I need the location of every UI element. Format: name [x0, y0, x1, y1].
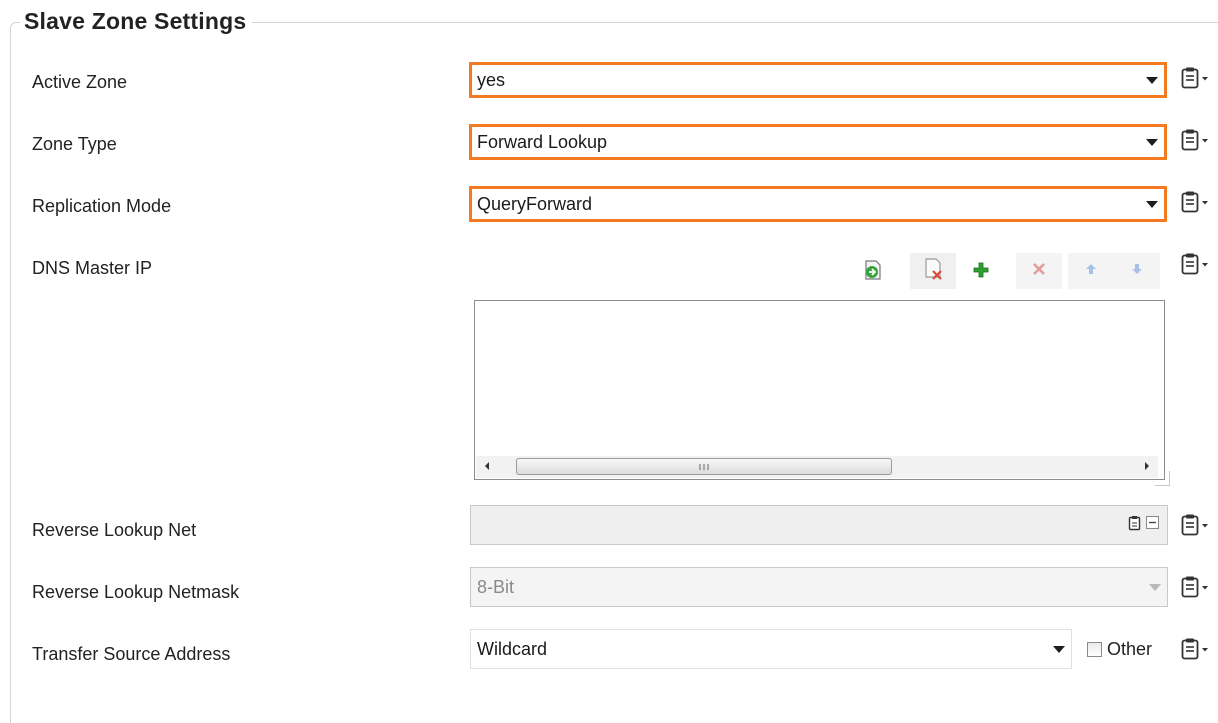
dropdown-arrow-icon: [1149, 583, 1161, 591]
zone-type-select[interactable]: Forward Lookup: [469, 124, 1167, 160]
dns-master-ip-label: DNS Master IP: [32, 258, 153, 278]
scroll-right-icon: [1143, 458, 1151, 476]
reverse-lookup-net-label: Reverse Lookup Net: [32, 520, 197, 540]
clipboard-menu-icon: [1180, 637, 1210, 661]
transfer-source-address-label: Transfer Source Address: [32, 644, 231, 664]
active-zone-label: Active Zone: [32, 72, 128, 92]
add-icon: [972, 261, 990, 284]
delete-button[interactable]: [1016, 253, 1062, 289]
dns-master-ip-list[interactable]: [474, 300, 1165, 480]
zone-type-menu-button[interactable]: [1180, 128, 1210, 152]
active-zone-select[interactable]: yes: [469, 62, 1167, 98]
add-button[interactable]: [968, 259, 994, 285]
other-label: Other: [1107, 639, 1153, 659]
scroll-left-button[interactable]: [476, 456, 498, 478]
replication-mode-menu-button[interactable]: [1180, 190, 1210, 214]
dropdown-arrow-icon: [1146, 138, 1158, 146]
replication-mode-label: Replication Mode: [32, 196, 172, 216]
move-up-button[interactable]: [1068, 253, 1114, 289]
reverse-lookup-netmask-value: 8-Bit: [477, 576, 515, 597]
clipboard-menu-icon: [1180, 252, 1210, 276]
clipboard-menu-icon: [1180, 513, 1210, 537]
reverse-lookup-netmask-menu-button[interactable]: [1180, 575, 1210, 599]
resize-grip[interactable]: [1155, 471, 1170, 486]
zone-type-value: Forward Lookup: [477, 131, 608, 152]
reverse-lookup-net-field: [470, 505, 1168, 545]
import-button[interactable]: [860, 259, 886, 285]
zone-type-label: Zone Type: [32, 134, 117, 154]
clipboard-menu-icon: [1180, 575, 1210, 599]
dropdown-arrow-icon: [1053, 645, 1065, 653]
delete-icon: [1031, 261, 1047, 282]
transfer-source-address-value: Wildcard: [477, 638, 548, 659]
clipboard-menu-icon: [1180, 66, 1210, 90]
clipboard-menu-icon: [1180, 128, 1210, 152]
collapse-icon[interactable]: [1146, 516, 1159, 534]
horizontal-scrollbar[interactable]: [476, 456, 1158, 478]
clipboard-icon[interactable]: [1128, 515, 1142, 536]
scroll-thumb[interactable]: [516, 458, 892, 475]
move-up-icon: [1084, 262, 1098, 281]
move-down-icon: [1130, 262, 1144, 281]
clipboard-menu-icon: [1180, 190, 1210, 214]
reverse-lookup-netmask-label: Reverse Lookup Netmask: [32, 582, 240, 602]
scroll-left-icon: [483, 458, 491, 476]
active-zone-value: yes: [477, 69, 506, 90]
transfer-source-address-menu-button[interactable]: [1180, 637, 1210, 661]
clear-list-button[interactable]: [910, 253, 956, 289]
reverse-lookup-net-menu-button[interactable]: [1180, 513, 1210, 537]
transfer-source-address-select[interactable]: Wildcard: [470, 629, 1072, 669]
replication-mode-select[interactable]: QueryForward: [469, 186, 1167, 222]
import-icon: [861, 258, 885, 287]
move-down-button[interactable]: [1114, 253, 1160, 289]
active-zone-menu-button[interactable]: [1180, 66, 1210, 90]
other-checkbox[interactable]: [1087, 642, 1102, 657]
group-title: Slave Zone Settings: [20, 8, 253, 35]
dns-master-ip-menu-button[interactable]: [1180, 252, 1210, 276]
dropdown-arrow-icon: [1146, 200, 1158, 208]
reverse-lookup-netmask-select: 8-Bit: [470, 567, 1168, 607]
dropdown-arrow-icon: [1146, 76, 1158, 84]
clear-list-icon: [920, 256, 946, 287]
replication-mode-value: QueryForward: [477, 193, 593, 214]
